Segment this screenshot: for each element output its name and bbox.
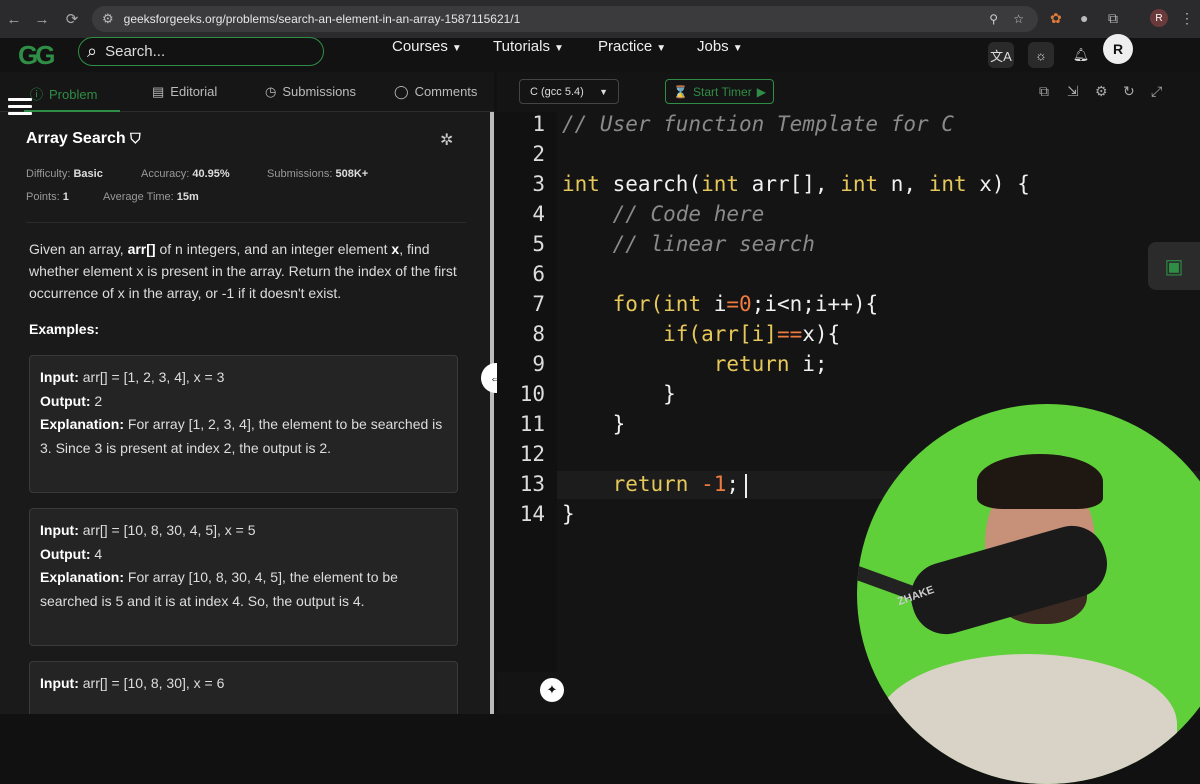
average-time-meta: Average Time: 15m [103, 191, 199, 203]
code-line: } [562, 412, 626, 436]
puzzle-icon[interactable]: ⧉ [1108, 10, 1118, 27]
scrollbar[interactable] [490, 112, 494, 714]
chevron-down-icon: ▼ [451, 43, 462, 54]
code-line: // linear search [562, 232, 815, 256]
example-box: Input: arr[] = [10, 8, 30], x = 6 [29, 661, 458, 714]
search-placeholder: Search... [105, 43, 166, 60]
code-line: int search(int arr[], int n, int x) { [562, 172, 1030, 196]
export-icon[interactable]: ⇲ [1067, 83, 1079, 100]
bookmark-star-icon[interactable]: ☆ [1013, 12, 1024, 26]
comment-icon: ◯ [394, 84, 409, 99]
tab-problem[interactable]: ⓘ Problem [30, 84, 97, 103]
settings-icon[interactable]: ⚙ [1095, 83, 1108, 100]
line-number: 1 [532, 112, 545, 136]
reload-icon[interactable]: ⟳ [58, 10, 86, 28]
line-number: 3 [532, 172, 545, 196]
menu-tutorials[interactable]: Tutorials ▼ [493, 38, 564, 55]
menu-jobs[interactable]: Jobs ▼ [697, 38, 743, 55]
search-icon: ⌕ [87, 41, 98, 61]
extension-circle-icon[interactable]: ● [1080, 10, 1088, 26]
play-icon: ▶ [756, 84, 766, 99]
hint-lightbulb-icon[interactable]: ✦ [540, 678, 564, 702]
presenter-hoodie [877, 654, 1177, 784]
example-box: Input: arr[] = [1, 2, 3, 4], x = 3 Outpu… [29, 355, 458, 493]
hamburger-menu-icon[interactable] [8, 98, 32, 118]
page-title: Array Search ⛉ [26, 130, 141, 147]
notification-bell-icon[interactable]: 🔔︎ [1068, 42, 1094, 68]
report-bug-icon[interactable]: ✲ [440, 130, 453, 150]
line-number: 6 [532, 262, 545, 286]
search-input[interactable]: ⌕ Search... [78, 37, 324, 66]
translate-icon[interactable]: 文A [988, 42, 1014, 68]
accuracy-meta: Accuracy: 40.95% [141, 168, 230, 180]
site-header: GG ⌕ Search... Courses ▼ Tutorials ▼ Pract… [0, 37, 1200, 72]
code-line: return i; [713, 352, 828, 376]
code-line: // Code here [562, 202, 765, 226]
zoom-icon[interactable]: ⚲ [989, 12, 998, 26]
tab-submissions[interactable]: ◷ Submissions [265, 84, 356, 100]
text-cursor [745, 474, 747, 498]
profile-icon[interactable]: R [1150, 9, 1168, 27]
url-text: geeksforgeeks.org/problems/search-an-ele… [123, 12, 521, 26]
line-number: 4 [532, 202, 545, 226]
examples-heading: Examples: [29, 321, 100, 337]
browser-menu-icon[interactable]: ⋮ [1180, 10, 1194, 27]
menu-courses[interactable]: Courses ▼ [392, 38, 462, 55]
code-line: } [562, 502, 575, 526]
reset-icon[interactable]: ↻ [1123, 83, 1135, 100]
code-line: for(int i=0;i<n;i++){ [562, 292, 879, 316]
gfg-logo[interactable]: GG [18, 40, 55, 71]
problem-panel: ⓘ Problem ▤ Editorial ◷ Submissions ◯ Commen… [0, 72, 494, 714]
active-tab-indicator [24, 110, 120, 112]
code-line: } [562, 382, 676, 406]
chat-icon[interactable]: ▣ [1148, 242, 1200, 290]
menu-practice[interactable]: Practice ▼ [598, 38, 666, 55]
bookmark-icon[interactable]: ⛉ [130, 130, 141, 146]
chevron-down-icon: ▼ [732, 43, 743, 54]
avatar[interactable]: R [1103, 34, 1133, 64]
line-number: 13 [519, 472, 545, 496]
line-number: 8 [532, 322, 545, 346]
address-bar[interactable]: ⚙ geeksforgeeks.org/problems/search-an-e… [92, 6, 1038, 32]
points-meta: Points: 1 [26, 191, 69, 203]
tab-editorial[interactable]: ▤ Editorial [152, 84, 217, 100]
problem-description: Given an array, arr[] of n integers, and… [29, 241, 457, 301]
code-line: // User function Template for C [562, 112, 954, 136]
code-line: return -1; [562, 472, 740, 496]
site-info-icon[interactable]: ⚙ [102, 11, 114, 27]
line-number: 9 [532, 352, 545, 376]
presenter-hair [977, 454, 1103, 509]
chevron-down-icon: ▼ [599, 86, 608, 97]
line-number: 5 [532, 232, 545, 256]
submissions-meta: Submissions: 508K+ [267, 168, 369, 180]
line-number: 11 [519, 412, 545, 436]
line-number: 12 [519, 442, 545, 466]
line-number: 14 [519, 502, 545, 526]
theme-toggle-icon[interactable]: ☼ [1028, 42, 1054, 68]
chevron-down-icon: ▼ [553, 43, 564, 54]
back-icon[interactable]: ← [0, 11, 28, 28]
extension-icon[interactable]: ✿ [1050, 10, 1062, 27]
code-line: if(arr[i]==x){ [562, 322, 841, 346]
fullscreen-icon[interactable]: ⤢ [1151, 83, 1162, 100]
document-icon: ▤ [152, 84, 165, 99]
copy-icon[interactable]: ⧉ [1039, 83, 1049, 100]
timer-icon: ⌛ [673, 84, 689, 99]
divider [26, 222, 466, 223]
browser-toolbar: ← → ⟳ ⚙ geeksforgeeks.org/problems/searc… [0, 0, 1200, 38]
chevron-down-icon: ▼ [656, 43, 667, 54]
line-number: 2 [532, 142, 545, 166]
problem-tabs: ⓘ Problem ▤ Editorial ◷ Submissions ◯ Commen… [0, 72, 494, 112]
clock-icon: ◷ [265, 84, 277, 99]
line-number: 7 [532, 292, 545, 316]
language-select[interactable]: C (gcc 5.4) ▼ [519, 79, 619, 104]
start-timer-button[interactable]: ⌛ Start Timer ▶ [665, 79, 774, 104]
difficulty-meta: Difficulty: Basic [26, 168, 103, 180]
example-box: Input: arr[] = [10, 8, 30, 4, 5], x = 5 … [29, 508, 458, 646]
forward-icon[interactable]: → [28, 11, 56, 28]
tab-comments[interactable]: ◯ Comments [394, 84, 477, 100]
line-number: 10 [519, 382, 545, 406]
